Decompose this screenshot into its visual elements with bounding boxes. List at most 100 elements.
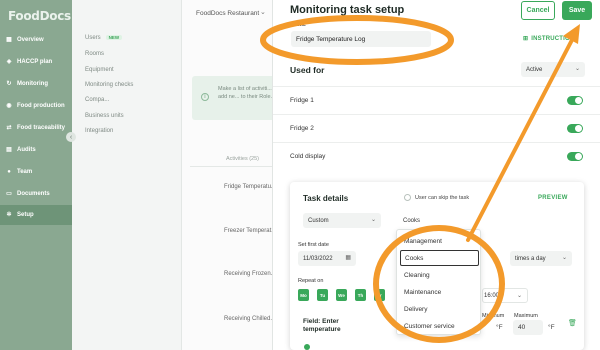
dropdown-item-maintenance[interactable]: Maintenance	[400, 284, 479, 300]
chevron-down-icon: ⌄	[561, 255, 567, 261]
first-date-input[interactable]: 11/03/2022 ▦	[298, 251, 356, 266]
min-unit-label: °F	[496, 324, 503, 331]
day-toggle-fr[interactable]: Fr	[374, 289, 385, 301]
dropdown-item-management[interactable]: Management	[400, 233, 479, 249]
person-icon: ●	[7, 169, 11, 175]
dropdown-item-cooks[interactable]: Cooks	[400, 250, 479, 266]
nav-item-overview[interactable]: ▦ Overview	[0, 30, 72, 50]
unit-toggle[interactable]	[567, 124, 583, 133]
toggle-knob	[575, 125, 582, 132]
sidebar: FoodDocs ▦ Overview ◈ HACCP plan ↻ Monit…	[0, 0, 72, 350]
toggle-knob	[575, 153, 582, 160]
submenu-item-monitoring-checks[interactable]: Monitoring checks	[85, 82, 133, 88]
day-toggle-th[interactable]: Th	[355, 289, 366, 301]
submenu-item-users[interactable]: Users NEW	[85, 35, 123, 41]
dropdown-item-customer-service[interactable]: Customer service	[400, 318, 479, 334]
trash-icon[interactable]: 🗑	[568, 319, 577, 327]
nav-item-team[interactable]: ● Team	[0, 162, 72, 182]
dropdown-item-delivery[interactable]: Delivery	[400, 301, 479, 317]
nav-item-label: Monitoring	[17, 81, 48, 87]
maximum-input[interactable]: 40	[513, 320, 543, 335]
folder-icon: ▭	[6, 191, 12, 197]
status-select[interactable]: Active ⌄	[521, 62, 585, 77]
nav-item-label: HACCP plan	[17, 59, 53, 65]
refresh-icon: ↻	[6, 81, 12, 87]
unit-name: Fridge 2	[290, 125, 314, 132]
first-date-value: 11/03/2022	[303, 255, 333, 262]
calendar-icon: ▦	[345, 255, 351, 261]
nav-item-label: Team	[17, 169, 33, 175]
restaurant-selector[interactable]: FoodDocs Restaurant	[196, 10, 259, 17]
list-item[interactable]: Fridge Temperatu...	[224, 184, 276, 190]
nav-item-monitoring[interactable]: ↻ Monitoring	[0, 74, 72, 94]
day-toggle-tu[interactable]: Tu	[317, 289, 328, 301]
chevron-down-icon: ⌄	[370, 217, 376, 223]
unit-row-fridge-2: Fridge 2	[273, 114, 600, 142]
preview-link[interactable]: PREVIEW	[538, 195, 568, 201]
grid-icon: ▦	[6, 37, 12, 43]
skip-task-checkbox[interactable]	[404, 194, 411, 201]
skip-task-label: User can skip the task	[415, 195, 470, 201]
field-title: Field: Enter temperature	[303, 318, 341, 333]
book-icon: ⊞	[523, 36, 529, 42]
shield-icon: ◈	[6, 59, 12, 65]
dropdown-item-cleaning[interactable]: Cleaning	[400, 267, 479, 283]
nav-item-label: Food production	[17, 103, 65, 109]
chevron-down-icon: ⌄	[260, 9, 266, 16]
unit-row-fridge-1: Fridge 1	[273, 86, 600, 114]
role-select-value: Cooks	[403, 217, 421, 224]
task-details-title: Task details	[303, 194, 349, 203]
nav-item-food-production[interactable]: ◉ Food production	[0, 96, 72, 116]
new-badge: NEW	[105, 35, 123, 40]
day-toggle-mo[interactable]: Mo	[298, 289, 309, 301]
instructions-link[interactable]: ⊞ INSTRUCTIONS	[523, 35, 579, 42]
unit-name: Fridge 1	[290, 97, 314, 104]
submenu-item-rooms[interactable]: Rooms	[85, 51, 104, 57]
submenu-item-integration[interactable]: Integration	[85, 128, 113, 134]
toggle-knob	[575, 97, 582, 104]
list-item[interactable]: Receiving Frozen...	[224, 271, 276, 277]
tab-activities[interactable]: Activities (25)	[226, 156, 259, 162]
nav-item-label: Overview	[17, 37, 44, 43]
schedule-select[interactable]: Custom ⌄	[303, 213, 381, 228]
role-select[interactable]: Cooks	[398, 213, 478, 228]
limits-checkbox[interactable]	[304, 344, 310, 350]
nav-item-setup[interactable]: ✲ Setup	[0, 205, 72, 225]
instructions-label: INSTRUCTIONS	[531, 36, 579, 42]
first-date-label: Set first date	[298, 242, 329, 248]
frequency-select-value: times a day	[515, 255, 546, 262]
gear-icon: ✲	[6, 212, 12, 218]
submenu-item-business-units[interactable]: Business units	[85, 113, 124, 119]
name-input[interactable]: Fridge Temperature Log	[291, 31, 431, 47]
collapse-sidebar-button[interactable]: ‹	[66, 132, 76, 142]
time-select[interactable]: 16:00 ⌄	[482, 288, 528, 303]
max-unit-label: °F	[548, 324, 555, 331]
save-button[interactable]: Save	[562, 1, 592, 20]
submenu-item-company[interactable]: Compa...	[85, 97, 109, 103]
nav-item-haccp-plan[interactable]: ◈ HACCP plan	[0, 52, 72, 72]
info-icon: i	[201, 93, 209, 101]
nav-item-label: Food traceability	[17, 125, 66, 131]
nav-item-food-traceability[interactable]: ⇄ Food traceability	[0, 118, 72, 138]
list-item[interactable]: Freezer Temperat...	[224, 228, 276, 234]
clipboard-icon: ▤	[6, 147, 12, 153]
unit-toggle[interactable]	[567, 96, 583, 105]
day-toggle-we[interactable]: We	[336, 289, 347, 301]
repeat-label: Repeat on	[298, 278, 324, 284]
time-value: 16:00	[484, 292, 500, 299]
nav-item-audits[interactable]: ▤ Audits	[0, 140, 72, 160]
cancel-button[interactable]: Cancel	[521, 1, 555, 20]
panel-title: Monitoring task setup	[290, 4, 405, 16]
submenu-item-equipment[interactable]: Equipment	[85, 67, 114, 73]
unit-name: Cold display	[290, 153, 326, 160]
chevron-down-icon: ⌄	[516, 293, 522, 299]
frequency-select[interactable]: times a day ⌄	[510, 251, 572, 266]
minimum-label: Minimum	[482, 313, 505, 319]
nav-item-documents[interactable]: ▭ Documents	[0, 184, 72, 204]
unit-row-cold-display: Cold display	[273, 142, 600, 170]
unit-toggle[interactable]	[567, 152, 583, 161]
pot-icon: ◉	[6, 103, 12, 109]
list-item[interactable]: Receiving Chilled...	[224, 316, 275, 322]
maximum-label: Maximum	[514, 313, 538, 319]
role-dropdown-menu: Management Cooks Cleaning Maintenance De…	[396, 229, 481, 335]
